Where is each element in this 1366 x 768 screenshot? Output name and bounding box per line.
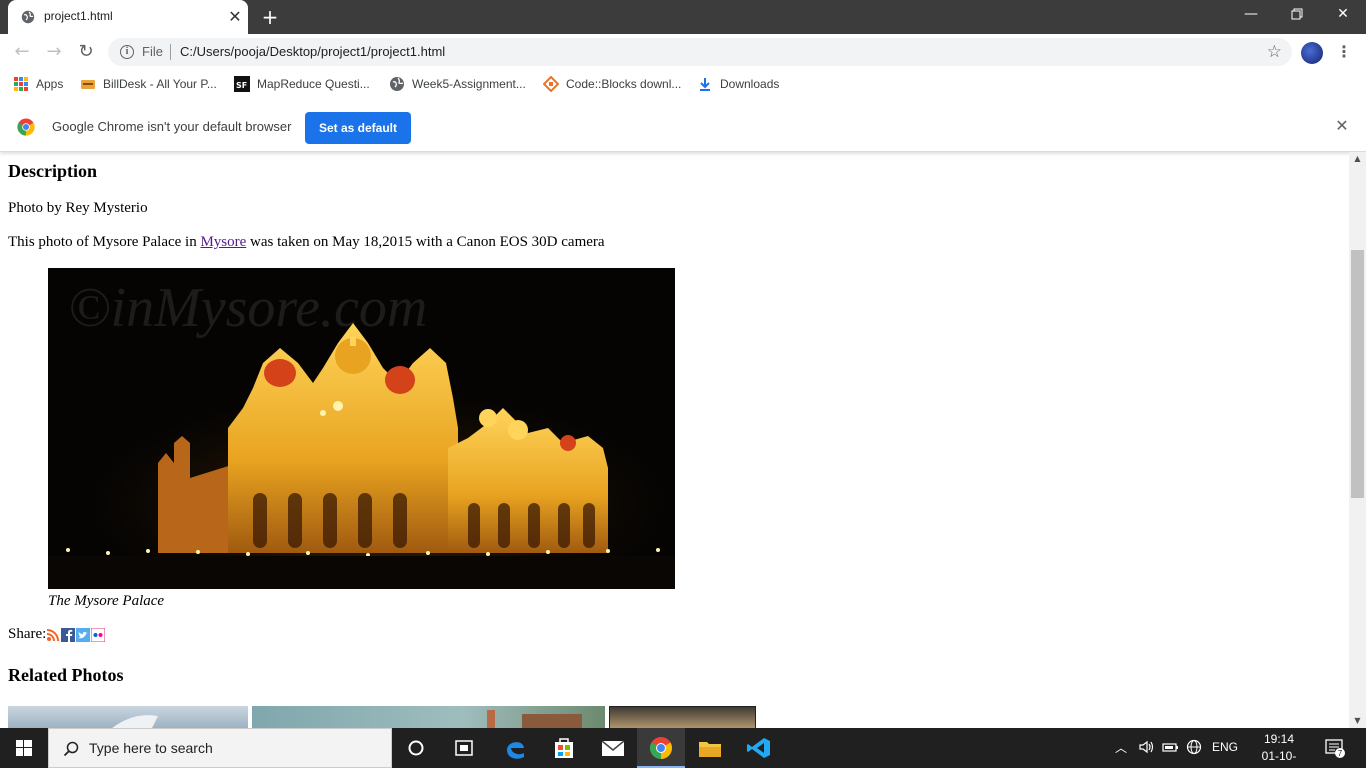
infobar-message: Google Chrome isn't your default browser — [52, 119, 292, 134]
bookmarks-bar: Apps BillDesk - All Your P... SF MapReduc… — [0, 70, 1366, 98]
profile-avatar[interactable] — [1301, 42, 1323, 64]
related-photo-2[interactable] — [252, 706, 605, 728]
tab-close-icon[interactable]: ✕ — [227, 9, 243, 25]
watermark-text: ©inMysore.com — [68, 277, 427, 339]
scheme-label: File — [142, 44, 163, 59]
rss-icon[interactable] — [46, 627, 61, 642]
address-bar[interactable]: i File C:/Users/pooja/Desktop/project1/p… — [108, 38, 1292, 66]
globe-icon — [21, 10, 35, 24]
scroll-up-arrow-icon[interactable]: ▲ — [1349, 152, 1366, 166]
edge-icon[interactable] — [491, 728, 539, 768]
browser-toolbar: ← → ↻ i File C:/Users/pooja/Desktop/proj… — [0, 34, 1366, 70]
kebab-menu-icon[interactable]: ⋮ — [1336, 42, 1352, 62]
details-before-link: This photo of Mysore Palace in — [8, 234, 201, 250]
file-explorer-icon[interactable] — [686, 728, 734, 768]
photo-caption: The Mysore Palace — [48, 593, 165, 609]
notifications-icon[interactable]: 7 — [1324, 737, 1346, 762]
facebook-icon[interactable] — [61, 627, 76, 642]
related-photo-3[interactable] — [609, 706, 756, 728]
windows-taskbar: Type here to search ︿ ENG 19:14 01-10- 7 — [0, 728, 1366, 768]
cortana-icon[interactable] — [392, 728, 440, 768]
url-text[interactable]: C:/Users/pooja/Desktop/project1/project1… — [180, 44, 445, 59]
network-globe-icon[interactable] — [1186, 739, 1202, 758]
page-scrollbar[interactable]: ▲ ▼ — [1349, 152, 1366, 728]
svg-text:SF: SF — [236, 81, 247, 90]
vscode-icon[interactable] — [735, 728, 783, 768]
apps-grid-icon — [14, 76, 28, 91]
language-indicator[interactable]: ENG — [1212, 740, 1238, 754]
volume-icon[interactable] — [1138, 739, 1154, 758]
new-tab-icon[interactable]: + — [260, 7, 280, 27]
share-label: Share: — [8, 626, 47, 642]
chrome-taskbar-icon[interactable] — [637, 728, 685, 768]
mysore-palace-photo: ©inMysore.com — [48, 268, 675, 589]
windows-logo-icon — [16, 740, 32, 756]
tab-project1[interactable]: project1.html ✕ — [8, 0, 248, 34]
page-content: Description Photo by Rey Mysterio This p… — [0, 152, 1349, 728]
search-icon — [63, 741, 79, 757]
clock-date: 01-10-2020 — [1261, 749, 1297, 768]
default-browser-infobar: Google Chrome isn't your default browser… — [0, 102, 1366, 152]
bookmark-apps[interactable]: Apps — [14, 76, 63, 92]
tab-title: project1.html — [44, 9, 113, 23]
info-icon[interactable]: i — [120, 45, 134, 59]
download-icon — [700, 78, 710, 91]
codeblocks-icon — [543, 76, 559, 92]
forward-arrow-icon[interactable]: → — [42, 40, 66, 64]
reload-icon[interactable]: ↻ — [74, 40, 98, 64]
minimize-icon[interactable]: — — [1228, 0, 1274, 30]
photo-details: This photo of Mysore Palace in Mysore wa… — [8, 234, 605, 251]
taskbar-search-box[interactable]: Type here to search — [48, 728, 392, 768]
twitter-icon[interactable] — [76, 627, 91, 642]
battery-icon[interactable] — [1162, 739, 1180, 758]
photo-credit: Photo by Rey Mysterio — [8, 200, 148, 216]
description-heading: Description — [8, 161, 97, 181]
back-arrow-icon[interactable]: ← — [10, 40, 34, 64]
close-window-icon[interactable]: ✕ — [1320, 0, 1366, 30]
share-row: Share: — [8, 626, 106, 643]
clock-time: 19:14 — [1263, 732, 1295, 746]
infobar-close-icon[interactable]: ✕ — [1334, 118, 1350, 134]
task-view-icon[interactable] — [440, 728, 488, 768]
globe-icon — [390, 77, 404, 91]
mail-icon[interactable] — [589, 728, 637, 768]
flickr-icon[interactable] — [90, 627, 106, 643]
related-photos-heading: Related Photos — [8, 665, 124, 685]
store-icon[interactable] — [540, 728, 588, 768]
bookmark-billdesk[interactable]: BillDesk - All Your P... — [80, 76, 217, 92]
set-as-default-button[interactable]: Set as default — [305, 112, 411, 144]
sf-icon: SF — [234, 76, 250, 92]
address-divider — [170, 44, 171, 60]
scrollbar-thumb[interactable] — [1351, 250, 1364, 498]
mysore-link[interactable]: Mysore — [200, 234, 246, 250]
billdesk-icon — [81, 80, 95, 89]
scroll-down-arrow-icon[interactable]: ▼ — [1349, 714, 1366, 728]
bookmark-star-icon[interactable]: ☆ — [1267, 42, 1282, 62]
system-clock[interactable]: 19:14 01-10-2020 — [1252, 731, 1306, 768]
bookmark-mapreduce[interactable]: SF MapReduce Questi... — [234, 76, 370, 92]
notification-count: 7 — [1338, 749, 1343, 758]
restore-icon[interactable] — [1274, 0, 1320, 30]
bookmark-codeblocks[interactable]: Code::Blocks downl... — [543, 76, 681, 92]
windows-start-button[interactable] — [0, 728, 48, 768]
search-placeholder: Type here to search — [89, 740, 213, 756]
details-after-link: was taken on May 18,2015 with a Canon EO… — [246, 234, 605, 250]
bookmark-downloads[interactable]: Downloads — [697, 76, 779, 92]
related-photo-1[interactable] — [8, 706, 248, 728]
tab-strip: project1.html ✕ + — ✕ — [0, 0, 1366, 34]
chrome-logo-icon — [17, 118, 35, 136]
tray-chevron-icon[interactable]: ︿ — [1115, 739, 1127, 756]
bookmark-week5[interactable]: Week5-Assignment... — [389, 76, 526, 92]
